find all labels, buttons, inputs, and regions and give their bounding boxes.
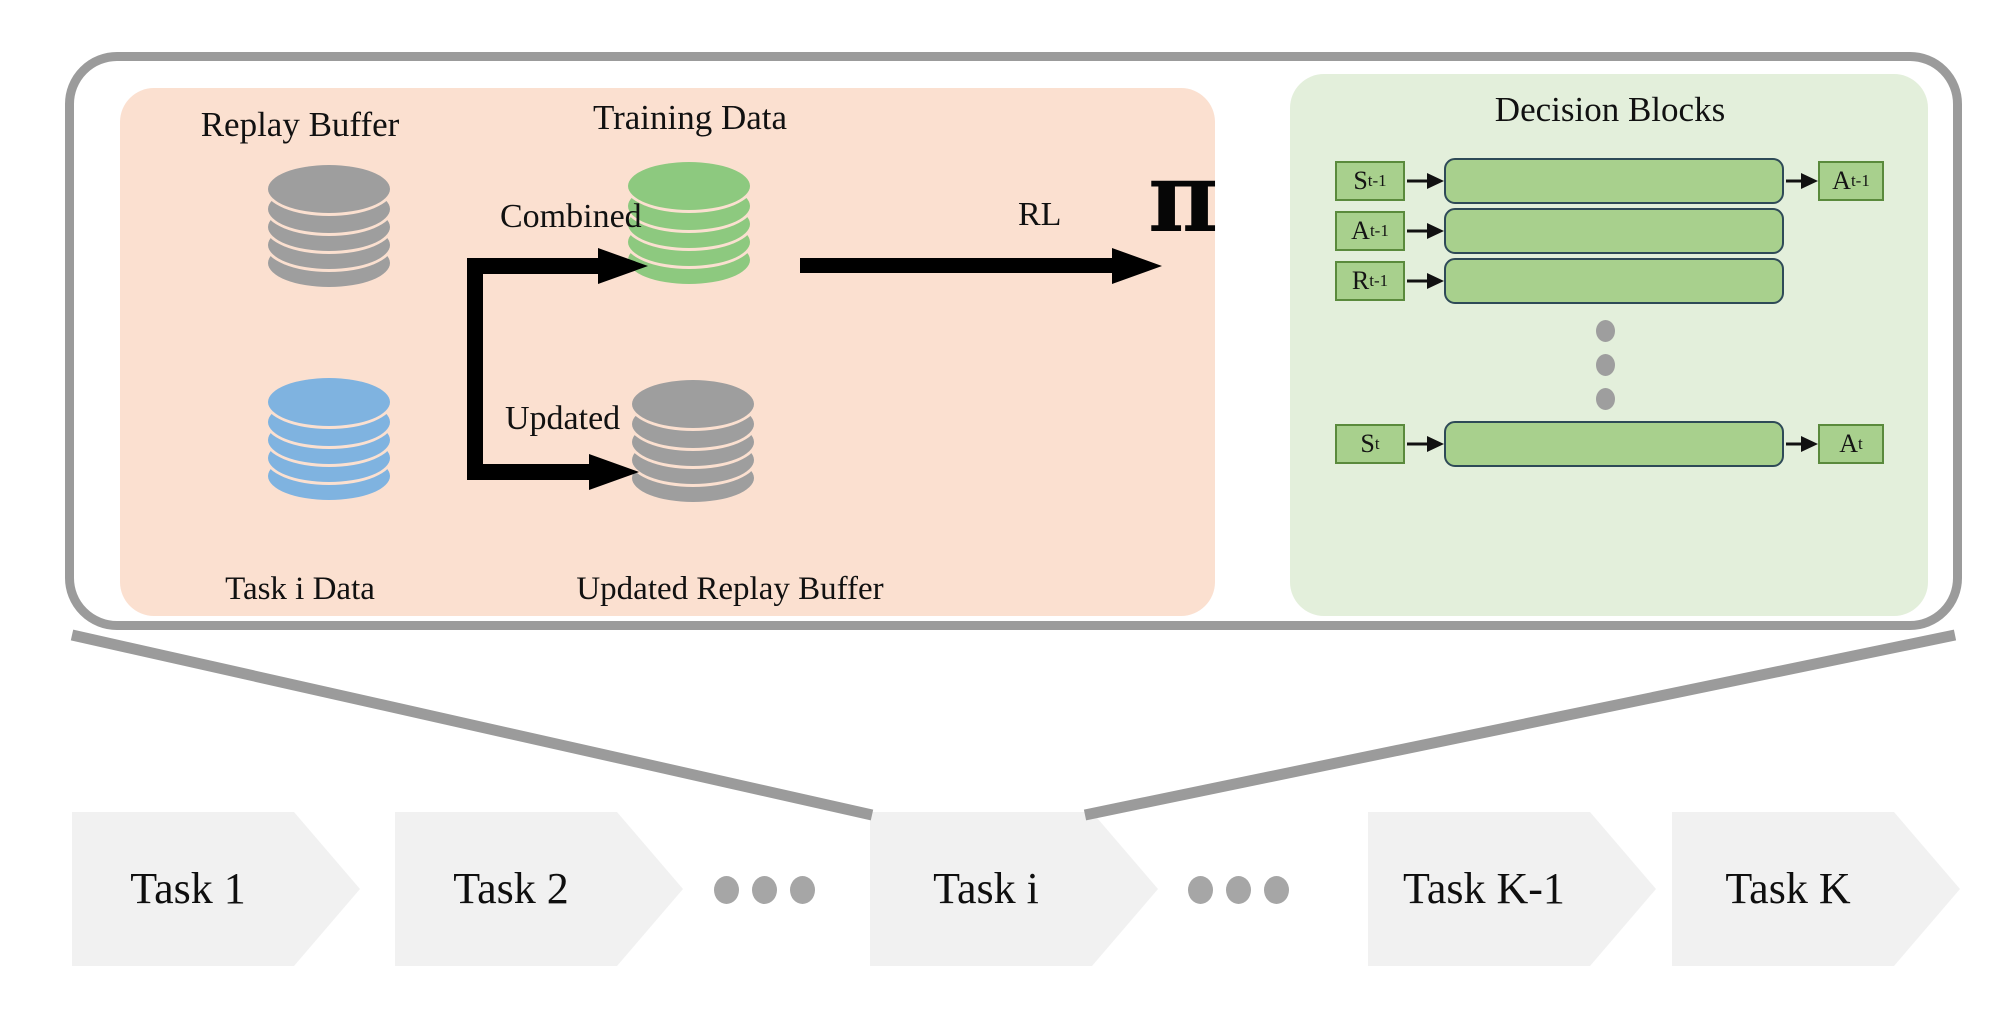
callout-guide-lines (70, 629, 1957, 821)
vertical-ellipsis-dot (1596, 388, 1615, 410)
io-box-label: A (1832, 166, 1851, 195)
vertical-ellipsis-dot (1596, 354, 1615, 376)
vertical-ellipsis-dot (1596, 320, 1615, 342)
combined-arrow-label: Combined (500, 198, 642, 235)
task-pipeline-ellipsis-left (714, 876, 824, 904)
task-chevron-label: Task 1 (130, 864, 246, 913)
rl-arrow-label: RL (1018, 196, 1062, 233)
ellipsis-dot (1226, 876, 1251, 904)
updated-arrow-label: Updated (505, 400, 621, 437)
io-box-label: R (1351, 266, 1370, 295)
io-box-label: A (1351, 216, 1370, 245)
decision-block-row-3 (1444, 258, 1784, 304)
decision-block-row-1 (1444, 158, 1784, 204)
io-box-label: A (1839, 429, 1859, 458)
io-box-subscript: t-1 (1369, 221, 1389, 240)
task-i-data-caption: Task i Data (225, 571, 375, 607)
ellipsis-dot (1188, 876, 1213, 904)
ellipsis-dot (1264, 876, 1289, 904)
decision-row-input-s-t-1: St-1 (1335, 161, 1405, 201)
decision-row-input-s-t: St (1335, 424, 1405, 464)
decision-blocks-title: Decision Blocks (1494, 90, 1726, 129)
task-chevron-k[interactable]: Task K (1672, 812, 1960, 966)
io-box-subscript: t-1 (1369, 271, 1389, 290)
io-box-subscript: t (1858, 434, 1863, 453)
ellipsis-dot (790, 876, 815, 904)
task-chevron-label: Task K-1 (1403, 864, 1565, 913)
decision-block-row-4 (1444, 421, 1784, 467)
updated-replay-buffer-caption: Updated Replay Buffer (576, 571, 884, 607)
decision-blocks-panel (1290, 74, 1928, 616)
task-chevron-k-minus-1[interactable]: Task K-1 (1368, 812, 1656, 966)
training-data-cylinder (628, 162, 750, 302)
task-chevron-label: Task K (1725, 864, 1851, 913)
policy-pi-symbol: π (1148, 141, 1219, 254)
decision-row-output-a-t-1: At-1 (1818, 161, 1884, 201)
decision-row-input-a-t-1: At-1 (1335, 211, 1405, 251)
io-box-label: S (1353, 166, 1368, 195)
io-box-subscript: t-1 (1850, 171, 1870, 190)
task-i-data-cylinder (268, 378, 390, 518)
ellipsis-dot (752, 876, 777, 904)
replay-buffer-caption: Replay Buffer (200, 105, 400, 144)
task-chevron-1[interactable]: Task 1 (72, 812, 360, 966)
io-box-subscript: t-1 (1367, 171, 1387, 190)
task-chevron-i[interactable]: Task i (870, 812, 1158, 966)
task-chevron-label: Task 2 (453, 864, 569, 913)
task-chevron-2[interactable]: Task 2 (395, 812, 683, 966)
updated-replay-buffer-cylinder (632, 380, 754, 520)
decision-row-input-r-t-1: Rt-1 (1335, 261, 1405, 301)
io-box-label: S (1360, 429, 1375, 458)
task-pipeline-ellipsis-right (1188, 876, 1298, 904)
decision-block-row-2 (1444, 208, 1784, 254)
training-data-caption: Training Data (592, 98, 788, 137)
ellipsis-dot (714, 876, 739, 904)
decision-row-output-a-t: At (1818, 424, 1884, 464)
io-box-subscript: t (1374, 434, 1380, 453)
task-chevron-label: Task i (933, 864, 1039, 913)
replay-buffer-cylinder (268, 165, 390, 305)
